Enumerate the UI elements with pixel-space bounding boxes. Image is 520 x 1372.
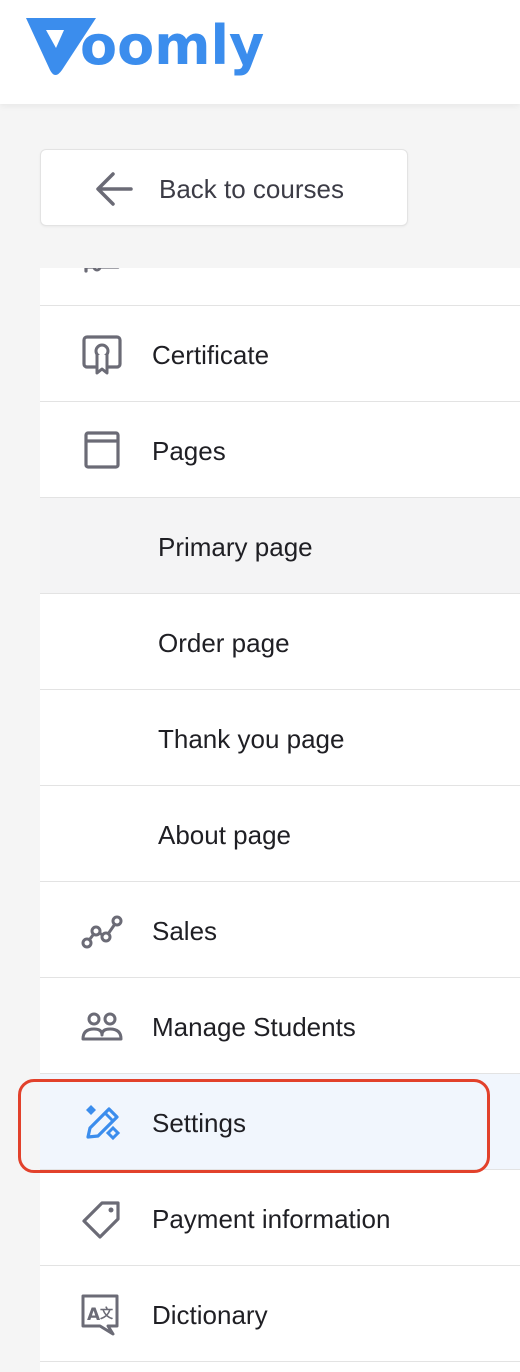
menu-item-curriculum[interactable] — [40, 268, 520, 306]
students-icon — [81, 1012, 123, 1041]
app-header: oomly — [0, 0, 520, 104]
pages-icon — [84, 431, 120, 469]
menu-item-label: Sales — [152, 916, 218, 946]
menu-item-settings[interactable]: Settings — [40, 1074, 520, 1170]
arrow-left-icon — [96, 172, 133, 206]
menu-item-label: About page — [158, 820, 292, 850]
menu-item-payment-information[interactable]: Payment information — [40, 1170, 520, 1266]
dictionary-icon: A 文 — [81, 1294, 119, 1336]
menu-subitem-about-page[interactable]: About page — [40, 786, 520, 882]
menu-item-dictionary[interactable]: A 文 Dictionary — [40, 1266, 520, 1362]
menu-item-label: Order page — [158, 628, 290, 658]
menu-item-label: Pages — [152, 436, 226, 466]
menu-subitem-thank-you-page[interactable]: Thank you page — [40, 690, 520, 786]
back-to-courses-button[interactable]: Back to courses — [40, 149, 408, 226]
curriculum-icon — [84, 268, 120, 273]
price-tag-icon — [82, 1201, 120, 1239]
certificate-icon — [82, 335, 122, 375]
menu-item-label: Settings — [152, 1108, 246, 1138]
menu-item-pages[interactable]: Pages — [40, 402, 520, 498]
menu-item-label: Payment information — [152, 1204, 391, 1234]
menu-item-label: Dictionary — [152, 1300, 268, 1330]
menu-item-manage-students[interactable]: Manage Students — [40, 978, 520, 1074]
menu-item-label: Primary page — [158, 532, 313, 562]
menu-item-label: Certificate — [152, 340, 270, 370]
menu-subitem-primary-page[interactable]: Primary page — [40, 498, 520, 594]
menu-item-certificate[interactable]: Certificate — [40, 306, 520, 402]
svg-text:A: A — [87, 1305, 101, 1325]
settings-pencil-icon — [86, 1105, 121, 1141]
menu-item-label: Manage Students — [152, 1012, 356, 1042]
menu-item-sales[interactable]: Sales — [40, 882, 520, 978]
course-sidebar-menu: Certificate Pages Primary page Order pag… — [40, 268, 520, 1372]
back-to-courses-label: Back to courses — [159, 174, 344, 204]
sales-chart-icon — [81, 915, 123, 949]
logo-text: oomly — [80, 14, 265, 77]
menu-item-label: Thank you page — [158, 724, 345, 754]
svg-text:文: 文 — [100, 1306, 114, 1322]
menu-subitem-order-page[interactable]: Order page — [40, 594, 520, 690]
